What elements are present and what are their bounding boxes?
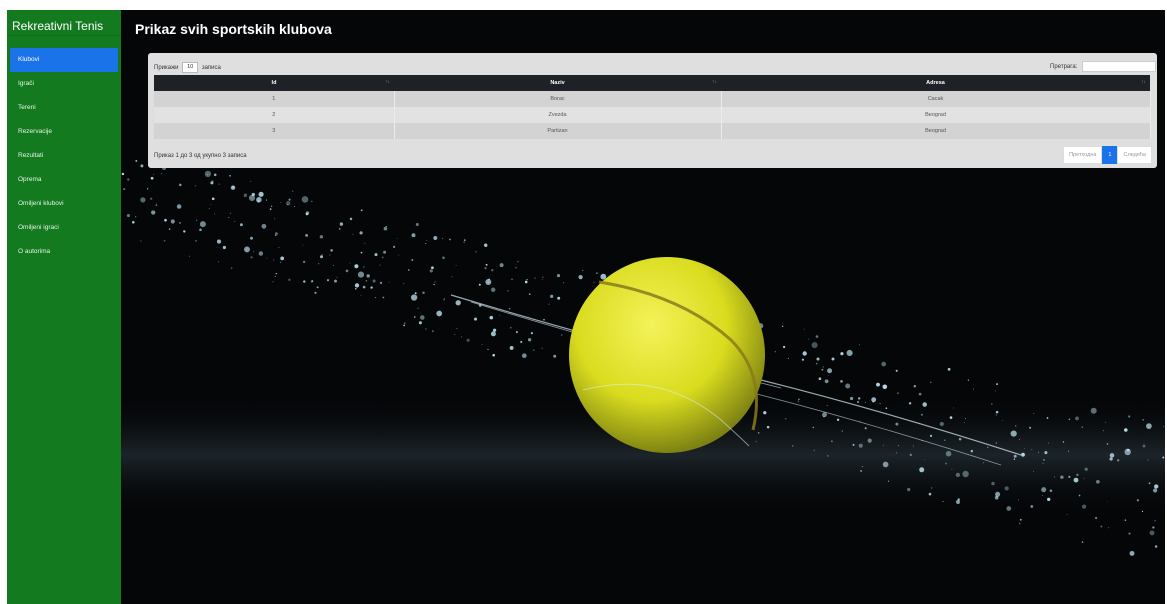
page-title: Prikaz svih sportskih klubova [135,21,332,37]
sidebar-item-o-autorima[interactable]: O autorima [10,240,118,264]
column-header-id[interactable]: Id ↑↓ [154,75,394,91]
column-header-label: Id [271,80,277,86]
table-header-row: Id ↑↓ Naziv ↑↓ Adresa ↑↓ [154,75,1150,91]
main-content: Prikaz svih sportskih klubova Прикажи 10… [121,10,1165,604]
entries-label: записа [201,65,221,72]
show-label: Прикажи [154,65,179,72]
page-1-button[interactable]: 1 [1102,146,1118,164]
column-header-naziv[interactable]: Naziv ↑↓ [394,75,721,91]
sidebar-item-omiljeni-igraci[interactable]: Omiljeni igraci [10,216,118,240]
sidebar-nav: Klubovi Igrači Tereni Rezervacije Rezult… [10,48,118,264]
sidebar: Rekreativni Tenis Klubovi Igrači Tereni … [7,10,121,604]
sidebar-item-igraci[interactable]: Igrači [10,72,118,96]
clubs-table: Id ↑↓ Naziv ↑↓ Adresa ↑↓ 1 Borac Cacak 2 Zv… [154,75,1151,139]
sidebar-item-rezultati[interactable]: Rezultati [10,144,118,168]
search-input[interactable] [1082,61,1156,72]
app-brand[interactable]: Rekreativni Tenis [7,10,121,36]
sidebar-item-omiljeni-klubovi[interactable]: Omiljeni klubovi [10,192,118,216]
cell-id: 1 [154,91,395,107]
sidebar-item-rezervacije[interactable]: Rezervacije [10,120,118,144]
pagination: Претходна 1 Следећа [1063,146,1152,164]
column-header-adresa[interactable]: Adresa ↑↓ [721,75,1150,91]
next-page-button[interactable]: Следећа [1117,146,1152,164]
sidebar-item-tereni[interactable]: Tereni [10,96,118,120]
table-row[interactable]: 1 Borac Cacak [154,91,1151,107]
cell-naziv: Partizan [394,123,722,139]
table-info: Приказ 1 до 3 од укупно 3 записа [154,153,247,159]
cell-id: 2 [154,107,395,123]
search-label: Претрага: [1050,64,1078,71]
table-row[interactable]: 3 Partizan Beograd [154,123,1151,139]
tennis-ball-icon [569,257,765,453]
table-card: Прикажи 10 записа Претрага: Id ↑↓ Naziv ↑↓… [148,53,1157,168]
cell-naziv: Borac [394,91,722,107]
sort-icon: ↑↓ [712,79,717,85]
previous-page-button[interactable]: Претходна [1063,146,1103,164]
cell-adresa: Beograd [721,123,1151,139]
page-length-select[interactable]: 10 [182,62,199,73]
sidebar-item-oprema[interactable]: Oprema [10,168,118,192]
column-header-label: Naziv [550,80,565,86]
column-header-label: Adresa [926,80,945,86]
search-control: Претрага: [1050,61,1156,72]
sort-icon: ↑↓ [385,79,390,85]
page-length-control: Прикажи 10 записа [154,62,221,73]
sort-icon: ↑↓ [1141,79,1146,85]
sidebar-item-klubovi[interactable]: Klubovi [10,48,118,72]
table-row[interactable]: 2 Zvezda Beograd [154,107,1151,123]
cell-adresa: Cacak [721,91,1151,107]
cell-id: 3 [154,123,395,139]
app-frame: Rekreativni Tenis Klubovi Igrači Tereni … [7,10,1165,604]
cell-naziv: Zvezda [394,107,722,123]
cell-adresa: Beograd [721,107,1151,123]
